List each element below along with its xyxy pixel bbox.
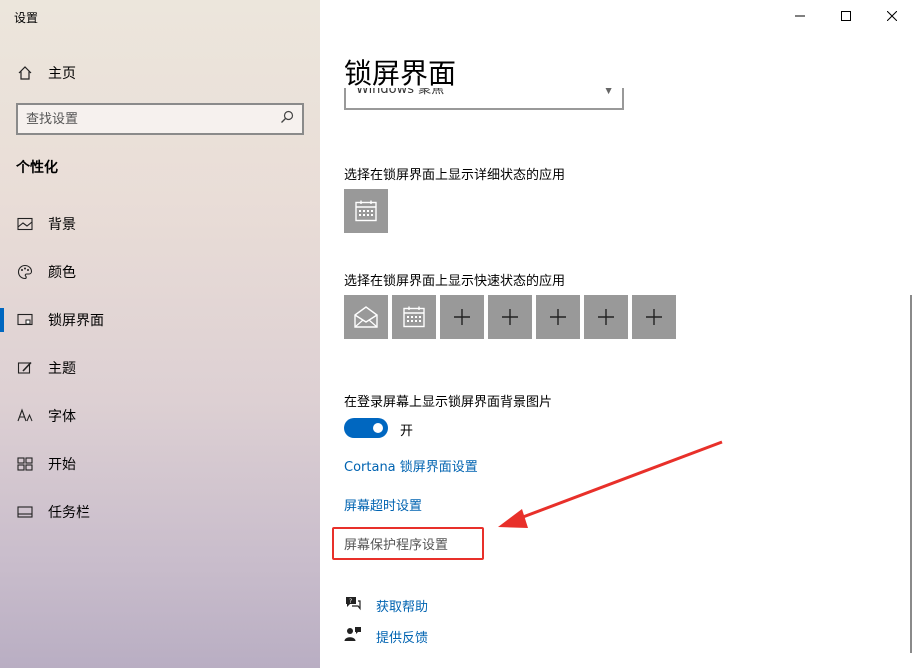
close-icon	[887, 11, 897, 21]
plus-icon	[550, 309, 566, 325]
nav-item-fonts[interactable]: 字体	[0, 392, 320, 440]
sidebar: 设置 主页 个性化 背景 颜色 锁屏界面	[0, 0, 320, 668]
nav-item-label: 锁屏界面	[48, 313, 104, 329]
page-title: 锁屏界面	[344, 57, 457, 90]
maximize-icon	[841, 11, 851, 21]
signin-bg-label: 在登录屏幕上显示锁屏界面背景图片	[344, 395, 553, 410]
picture-icon	[16, 215, 34, 233]
nav-item-lock-screen[interactable]: 锁屏界面	[0, 296, 320, 344]
calendar-icon	[403, 306, 425, 328]
nav-item-label: 背景	[48, 217, 76, 233]
plus-icon	[454, 309, 470, 325]
quick-status-label: 选择在锁屏界面上显示快速状态的应用	[344, 274, 566, 289]
help-chat-icon: ?	[344, 595, 362, 615]
quick-status-add-tile[interactable]	[584, 295, 628, 339]
nav-item-themes[interactable]: 主题	[0, 344, 320, 392]
get-help-row[interactable]: ? 获取帮助	[344, 595, 428, 615]
quick-status-add-tile[interactable]	[632, 295, 676, 339]
quick-status-add-tile[interactable]	[440, 295, 484, 339]
nav-item-label: 主题	[48, 361, 76, 377]
search-input[interactable]	[26, 111, 280, 127]
nav-item-colors[interactable]: 颜色	[0, 248, 320, 296]
nav-item-label: 字体	[48, 409, 76, 425]
minimize-icon	[795, 15, 805, 17]
quick-status-mail-tile[interactable]	[344, 295, 388, 339]
main-content: Windows 聚焦 ▼ 锁屏界面 选择在锁屏界面上显示详细状态的应用 选择在锁…	[320, 0, 915, 668]
signin-bg-toggle[interactable]	[344, 418, 388, 438]
nav-home[interactable]: 主页	[16, 62, 76, 84]
maximize-button[interactable]	[823, 0, 869, 32]
palette-icon	[16, 263, 34, 281]
cortana-lock-settings-link[interactable]: Cortana 锁屏界面设置	[344, 456, 478, 475]
quick-status-add-tile[interactable]	[488, 295, 532, 339]
feedback-link[interactable]: 提供反馈	[376, 627, 428, 646]
nav-item-label: 任务栏	[48, 505, 90, 521]
highlight-box	[332, 527, 484, 560]
nav-home-label: 主页	[48, 66, 76, 82]
lock-screen-icon	[16, 311, 34, 329]
start-icon	[16, 455, 34, 473]
plus-icon	[598, 309, 614, 325]
toggle-knob	[373, 423, 383, 433]
toggle-state-label: 开	[400, 424, 414, 439]
feedback-row[interactable]: 提供反馈	[344, 626, 428, 646]
section-title: 个性化	[16, 160, 58, 176]
scrollbar[interactable]	[910, 295, 912, 653]
get-help-link[interactable]: 获取帮助	[376, 596, 428, 615]
brush-icon	[16, 359, 34, 377]
detailed-status-calendar-tile[interactable]	[344, 189, 388, 233]
font-icon	[16, 407, 34, 425]
svg-text:?: ?	[349, 598, 352, 605]
window-controls	[777, 0, 915, 32]
search-icon[interactable]	[280, 110, 294, 128]
quick-status-add-tile[interactable]	[536, 295, 580, 339]
app-title: 设置	[14, 11, 39, 25]
nav-item-label: 开始	[48, 457, 76, 473]
taskbar-icon	[16, 503, 34, 521]
minimize-button[interactable]	[777, 0, 823, 32]
nav-list: 背景 颜色 锁屏界面 主题 字体 开始 任务栏	[0, 200, 320, 536]
home-icon	[16, 64, 34, 82]
plus-icon	[646, 309, 662, 325]
nav-item-background[interactable]: 背景	[0, 200, 320, 248]
plus-icon	[502, 309, 518, 325]
quick-status-calendar-tile[interactable]	[392, 295, 436, 339]
calendar-icon	[355, 200, 377, 222]
mail-icon	[354, 306, 378, 328]
screen-timeout-link[interactable]: 屏幕超时设置	[344, 495, 422, 514]
close-button[interactable]	[869, 0, 915, 32]
nav-item-start[interactable]: 开始	[0, 440, 320, 488]
feedback-person-icon	[344, 626, 362, 646]
nav-item-taskbar[interactable]: 任务栏	[0, 488, 320, 536]
nav-item-label: 颜色	[48, 265, 76, 281]
detailed-status-label: 选择在锁屏界面上显示详细状态的应用	[344, 168, 566, 183]
search-box[interactable]	[16, 103, 304, 135]
